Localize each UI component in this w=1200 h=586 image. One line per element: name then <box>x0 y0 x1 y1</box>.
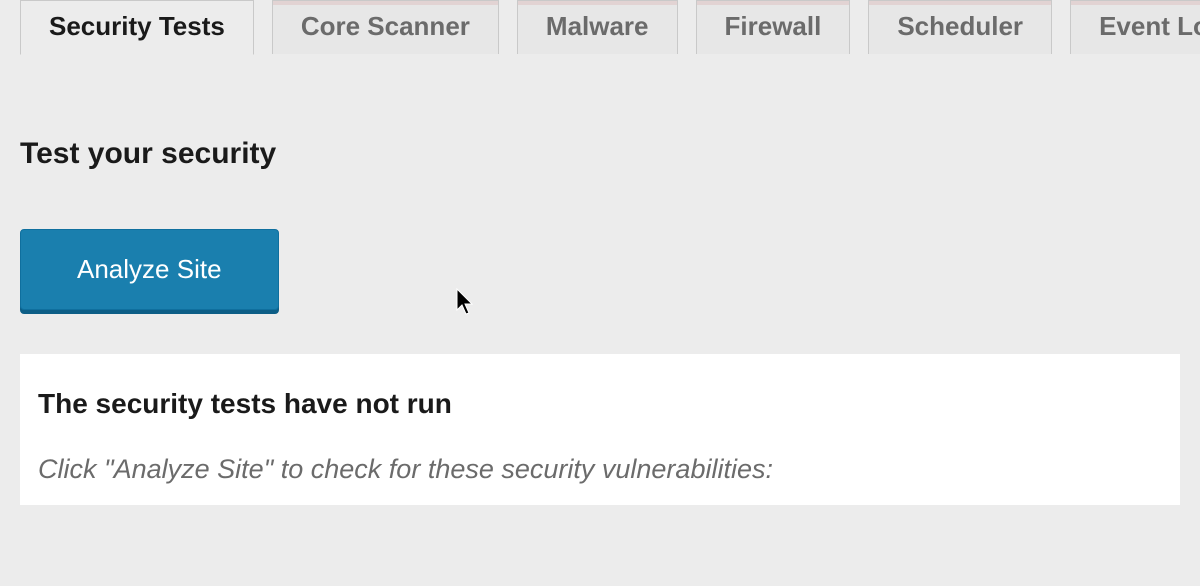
panel-subtext: Click "Analyze Site" to check for these … <box>38 454 1162 485</box>
tab-core-scanner[interactable]: Core Scanner <box>272 0 499 54</box>
panel-heading: The security tests have not run <box>38 388 1162 420</box>
tab-scheduler[interactable]: Scheduler <box>868 0 1052 54</box>
section-title: Test your security <box>20 137 1180 171</box>
tab-malware[interactable]: Malware <box>517 0 678 54</box>
tab-bar: Security Tests Core Scanner Malware Fire… <box>0 0 1200 55</box>
results-panel: The security tests have not run Click "A… <box>20 354 1180 505</box>
tab-firewall[interactable]: Firewall <box>696 0 851 54</box>
main-content: Test your security Analyze Site The secu… <box>0 55 1200 505</box>
tab-event-log[interactable]: Event Log <box>1070 0 1200 54</box>
tab-security-tests[interactable]: Security Tests <box>20 0 254 55</box>
analyze-site-button[interactable]: Analyze Site <box>20 229 279 310</box>
